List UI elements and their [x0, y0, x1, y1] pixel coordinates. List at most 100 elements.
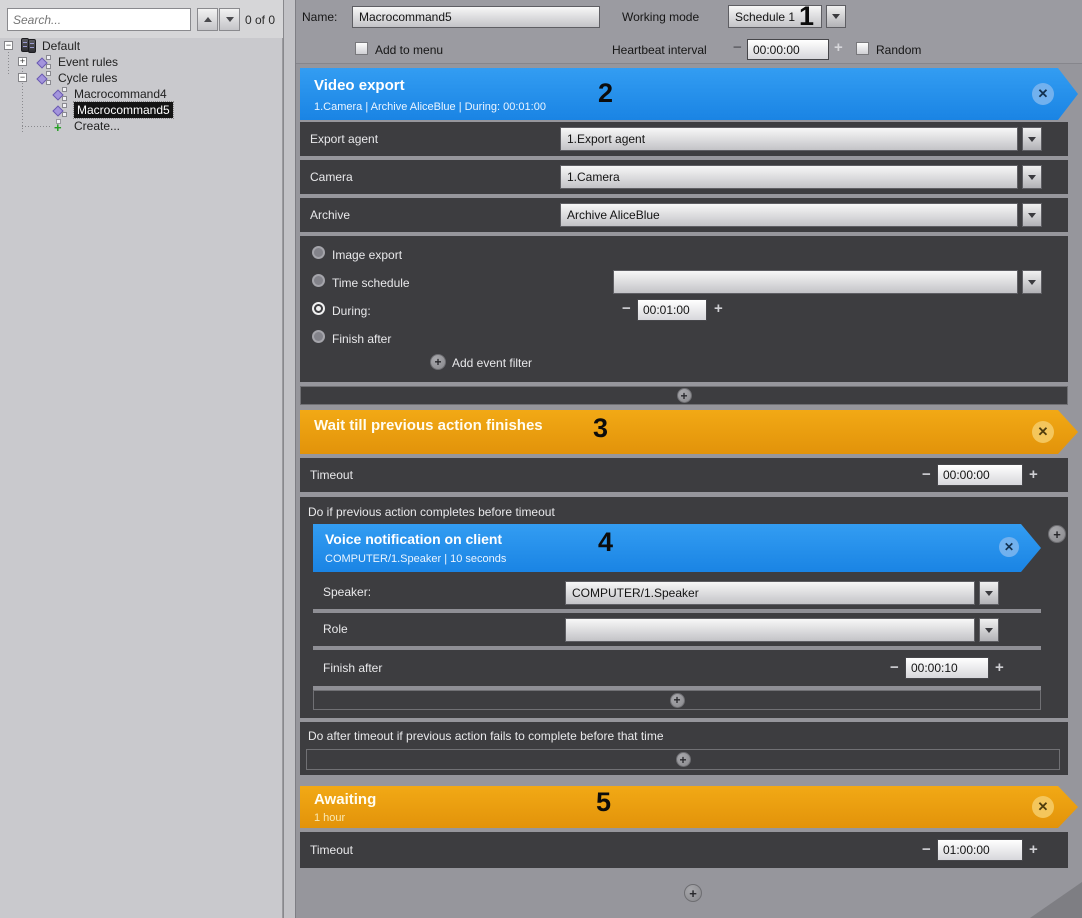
export-agent-dropdown-button[interactable] [1022, 127, 1042, 151]
close-icon[interactable]: ✕ [1032, 83, 1054, 105]
finish-after-label: Finish after [332, 332, 391, 346]
rules-sidebar: 0 of 0 − Default + Event rules − Cycle r… [0, 0, 283, 918]
awaiting-timeout-value-field[interactable]: 01:00:00 [937, 839, 1023, 861]
awaiting-subtitle: 1 hour [314, 812, 345, 824]
working-mode-dropdown-button[interactable] [826, 5, 846, 28]
voice-finish-after-row: Finish after − 00:00:10 + [313, 650, 1041, 686]
tree-item-label: Default [42, 39, 80, 53]
add-icon: + [677, 388, 692, 403]
callout-4: 4 [598, 529, 613, 556]
tree-item-label-selected: Macrocommand5 [74, 102, 173, 118]
sidebar-scrollbar[interactable] [283, 0, 296, 918]
awaiting-timeout-decrement-button[interactable]: − [922, 841, 931, 858]
speaker-value[interactable]: COMPUTER/1.Speaker [565, 581, 975, 605]
time-schedule-radio[interactable] [312, 274, 325, 287]
role-value[interactable] [565, 618, 975, 642]
speaker-dropdown-button[interactable] [979, 581, 999, 605]
search-input[interactable] [7, 8, 191, 31]
during-decrement-button[interactable]: − [622, 300, 631, 317]
dropdown-arrow-icon [832, 14, 840, 19]
callout-1: 1 [799, 3, 814, 30]
random-label: Random [876, 43, 921, 57]
voice-notification-header: Voice notification on client COMPUTER/1.… [313, 524, 1041, 572]
tree-item-label: Event rules [58, 55, 118, 69]
collapse-icon[interactable]: − [4, 41, 13, 50]
add-parallel-action-button[interactable]: + [1048, 525, 1066, 543]
role-dropdown-button[interactable] [979, 618, 999, 642]
awaiting-header: Awaiting 1 hour ✕ [300, 786, 1078, 828]
close-icon[interactable]: ✕ [999, 537, 1019, 557]
search-prev-button[interactable] [197, 8, 218, 31]
add-block-button[interactable]: + [684, 884, 702, 902]
tree-item-event-rules[interactable]: + Event rules [0, 54, 283, 70]
wait-timeout-increment-button[interactable]: + [1029, 466, 1038, 483]
rule-icon [36, 71, 53, 86]
time-schedule-dropdown-button[interactable] [1022, 270, 1042, 294]
time-schedule-value[interactable] [613, 270, 1018, 294]
add-to-menu-checkbox[interactable] [355, 42, 368, 55]
sidebar-search-row: 0 of 0 [0, 0, 283, 38]
tree-item-label: Cycle rules [58, 71, 117, 85]
speaker-row: Speaker: COMPUTER/1.Speaker [313, 576, 1041, 609]
voice-notification-title: Voice notification on client [325, 531, 502, 547]
voice-finish-value-field[interactable]: 00:00:10 [905, 657, 989, 679]
video-export-subtitle: 1.Camera | Archive AliceBlue | During: 0… [314, 101, 546, 113]
chevron-down-icon [226, 17, 234, 22]
add-event-filter-label[interactable]: Add event filter [452, 356, 532, 370]
do-if-label: Do if previous action completes before t… [308, 505, 555, 519]
tree-item-cycle-rules[interactable]: − Cycle rules [0, 70, 283, 86]
add-nested-action-bar[interactable]: + [313, 690, 1041, 710]
expand-icon[interactable]: + [18, 57, 27, 66]
macro-editor-window: 0 of 0 − Default + Event rules − Cycle r… [0, 0, 1082, 918]
tree-item-label: Create... [74, 119, 120, 133]
wait-block-title: Wait till previous action finishes [314, 417, 543, 434]
heartbeat-increment-button[interactable]: + [834, 39, 843, 56]
do-if-container: Do if previous action completes before t… [300, 497, 1068, 718]
during-increment-button[interactable]: + [714, 300, 723, 317]
add-action-bar[interactable]: + [300, 386, 1068, 405]
collapse-icon[interactable]: − [18, 73, 27, 82]
during-value-field[interactable]: 00:01:00 [637, 299, 707, 321]
archive-row: Archive Archive AliceBlue [300, 198, 1068, 232]
heartbeat-decrement-button[interactable]: − [733, 39, 742, 56]
rule-icon [36, 55, 53, 70]
during-label: During: [332, 304, 371, 318]
random-checkbox[interactable] [856, 42, 869, 55]
awaiting-timeout-increment-button[interactable]: + [1029, 841, 1038, 858]
name-input[interactable] [352, 6, 600, 28]
export-agent-value[interactable]: 1.Export agent [560, 127, 1018, 151]
heartbeat-value-field[interactable]: 00:00:00 [747, 39, 829, 60]
close-icon[interactable]: ✕ [1032, 421, 1054, 443]
voice-finish-increment-button[interactable]: + [995, 659, 1004, 676]
export-mode-group: Image export Time schedule During: − 00:… [300, 236, 1068, 382]
add-event-filter-icon[interactable]: + [430, 354, 446, 370]
tree-item-default[interactable]: − Default [0, 38, 283, 54]
archive-value[interactable]: Archive AliceBlue [560, 203, 1018, 227]
camera-value[interactable]: 1.Camera [560, 165, 1018, 189]
during-radio[interactable] [312, 302, 325, 315]
search-next-button[interactable] [219, 8, 240, 31]
tree-item-macrocommand4[interactable]: Macrocommand4 [0, 86, 283, 102]
finish-after-radio[interactable] [312, 330, 325, 343]
speaker-label: Speaker: [323, 585, 371, 599]
voice-finish-decrement-button[interactable]: − [890, 659, 899, 676]
role-label: Role [323, 622, 348, 636]
wait-timeout-row: Timeout − 00:00:00 + [300, 458, 1068, 492]
close-icon[interactable]: ✕ [1032, 796, 1054, 818]
callout-2: 2 [598, 80, 613, 107]
wait-timeout-decrement-button[interactable]: − [922, 466, 931, 483]
wait-block-header: Wait till previous action finishes ✕ [300, 410, 1078, 454]
rule-icon [52, 103, 69, 118]
tree-item-label: Macrocommand4 [74, 87, 167, 101]
wait-timeout-value-field[interactable]: 00:00:00 [937, 464, 1023, 486]
macro-settings-panel: Name: Working mode Schedule 1 Add to men… [296, 0, 1082, 918]
callout-5: 5 [596, 789, 611, 816]
camera-dropdown-button[interactable] [1022, 165, 1042, 189]
working-mode-label: Working mode [622, 10, 699, 24]
tree-item-create[interactable]: + Create... [0, 118, 283, 134]
archive-dropdown-button[interactable] [1022, 203, 1042, 227]
voice-notification-subtitle: COMPUTER/1.Speaker | 10 seconds [325, 553, 506, 565]
tree-item-macrocommand5[interactable]: Macrocommand5 [0, 102, 283, 118]
add-do-after-action-bar[interactable]: + [306, 749, 1060, 770]
image-export-radio[interactable] [312, 246, 325, 259]
